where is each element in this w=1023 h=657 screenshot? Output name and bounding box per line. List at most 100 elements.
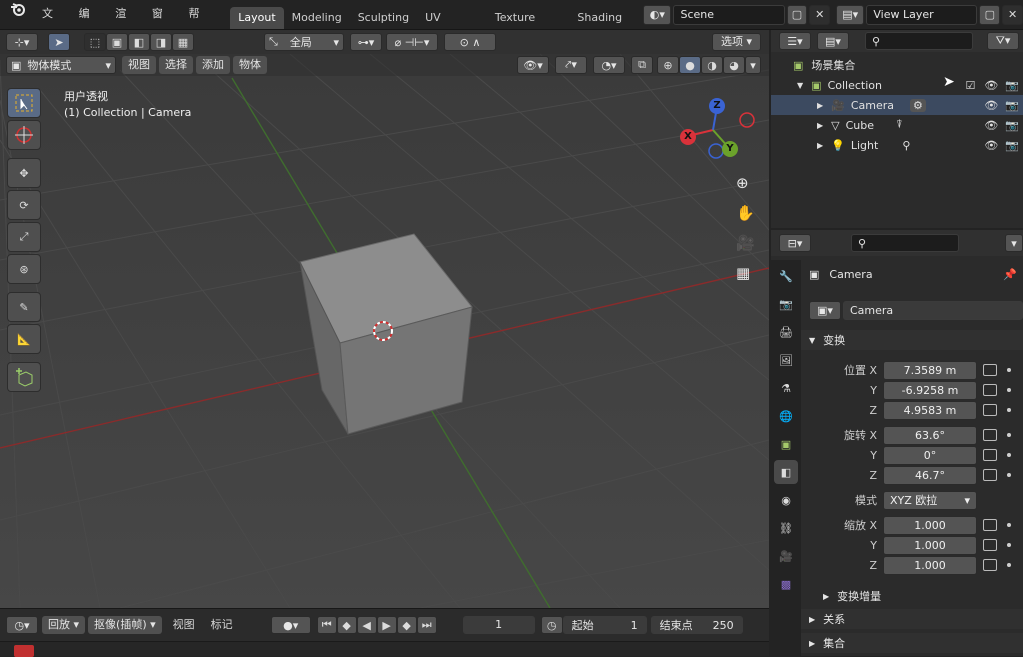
preview-range-icon[interactable]: ◷ bbox=[540, 616, 563, 634]
object-browse-icon[interactable]: ▣▾ bbox=[809, 300, 841, 320]
properties-search-input[interactable]: ⚲ bbox=[851, 234, 959, 252]
lock-icon[interactable] bbox=[983, 469, 997, 481]
gizmo-toggle[interactable]: ⤤▾ bbox=[555, 56, 587, 74]
menu-playback[interactable]: 回放 ▾ bbox=[42, 616, 86, 634]
keyframe-dot-icon[interactable] bbox=[1007, 543, 1011, 547]
expand-arrow-icon[interactable]: ▶ bbox=[817, 121, 823, 130]
delete-view-layer-icon[interactable]: ✕ bbox=[1002, 4, 1023, 25]
collections-panel-header[interactable]: ▶ 集合 bbox=[801, 633, 1023, 653]
prev-keyframe-icon[interactable]: ◆ bbox=[336, 616, 357, 634]
delete-scene-icon[interactable]: ✕ bbox=[809, 4, 831, 25]
location-y-field[interactable]: -6.9258 m bbox=[883, 380, 977, 400]
options-dropdown[interactable]: 选项 ▾ bbox=[711, 33, 761, 51]
exclude-checkbox[interactable]: ☑ bbox=[965, 79, 975, 92]
menu-window[interactable]: 窗口 bbox=[144, 0, 181, 48]
rendered-shading-icon[interactable]: ◕ bbox=[723, 56, 745, 74]
visibility-eye-icon[interactable]: 👁 bbox=[984, 139, 998, 152]
mode-dropdown[interactable]: ▣ 物体模式 ▾ bbox=[6, 56, 116, 74]
world-tab-icon[interactable]: 🌐 bbox=[774, 404, 798, 428]
copy-scene-icon[interactable]: ▢ bbox=[786, 4, 808, 25]
solid-shading-icon[interactable]: ● bbox=[679, 56, 701, 74]
outliner-editor-type-icon[interactable]: ☰▾ bbox=[779, 32, 811, 50]
view-layer-name-field[interactable]: View Layer bbox=[866, 4, 978, 25]
location-x-field[interactable]: 7.3589 m bbox=[883, 360, 977, 380]
lock-icon[interactable] bbox=[983, 404, 997, 416]
scale-x-field[interactable]: 1.000 bbox=[883, 515, 977, 535]
light-data-icon[interactable]: ⚲ bbox=[902, 139, 910, 152]
transform-tool-icon[interactable]: ⊛ bbox=[7, 254, 41, 284]
texture-tab-icon[interactable]: ▩ bbox=[774, 572, 798, 596]
lock-icon[interactable] bbox=[983, 539, 997, 551]
delta-transform-subpanel[interactable]: ▶ 变换增量 bbox=[801, 586, 1023, 606]
visibility-eye-icon[interactable]: 👁 bbox=[984, 79, 998, 92]
menu-edit[interactable]: 编辑 bbox=[71, 0, 108, 48]
pin-icon[interactable]: 📌 bbox=[1003, 268, 1017, 281]
xray-toggle-icon[interactable]: ⧉ bbox=[631, 56, 653, 74]
render-camera-icon[interactable]: 📷 bbox=[1005, 79, 1019, 92]
visibility-dropdown[interactable]: 👁▾ bbox=[517, 56, 549, 74]
rotation-mode-dropdown[interactable]: XYZ 欧拉 ▾ bbox=[883, 490, 977, 510]
select-tool-icon[interactable]: ➤ bbox=[48, 33, 70, 51]
menu-keying[interactable]: 抠像(插帧) ▾ bbox=[88, 616, 162, 634]
record-keyframe-dropdown[interactable]: ●▾ bbox=[270, 616, 311, 634]
object-name-field[interactable]: Camera bbox=[843, 300, 1023, 320]
shading-options-dropdown[interactable]: ▾ bbox=[745, 56, 761, 74]
play-icon[interactable]: ▶ bbox=[376, 616, 397, 634]
tab-layout[interactable]: Layout bbox=[230, 6, 284, 29]
menu-timeline-view[interactable]: 视图 bbox=[165, 616, 203, 634]
outliner-row-collection[interactable]: ▼ ▣ Collection ☑ 👁 📷 bbox=[771, 75, 1023, 95]
wireframe-shading-icon[interactable]: ⊕ bbox=[657, 56, 679, 74]
lock-icon[interactable] bbox=[983, 429, 997, 441]
mesh-data-icon[interactable]: ⍒ bbox=[896, 118, 903, 132]
snap-dropdown[interactable]: ⌀ ⊣⊢▾ bbox=[386, 33, 438, 51]
properties-editor-type-icon[interactable]: ⊟▾ bbox=[779, 234, 811, 252]
lock-icon[interactable] bbox=[983, 364, 997, 376]
menu-help[interactable]: 帮助 bbox=[181, 0, 218, 48]
gizmo-z-label[interactable]: Z bbox=[709, 98, 725, 114]
move-tool-icon[interactable]: ✥ bbox=[7, 158, 41, 188]
zoom-icon[interactable]: ⊕ bbox=[736, 174, 749, 192]
tool-tab-icon[interactable]: 🔧 bbox=[774, 264, 798, 288]
constraints-tab-icon[interactable]: ⛓ bbox=[774, 516, 798, 540]
relations-panel-header[interactable]: ▶ 关系 bbox=[801, 609, 1023, 629]
tab-sculpting[interactable]: Sculpting bbox=[350, 7, 417, 29]
render-tab-icon[interactable]: 📷 bbox=[774, 292, 798, 316]
view-layer-selector-icon[interactable]: ▤▾ bbox=[836, 4, 865, 25]
menu-marker[interactable]: 标记 bbox=[203, 616, 241, 634]
location-z-field[interactable]: 4.9583 m bbox=[883, 400, 977, 420]
playhead-marker[interactable] bbox=[14, 645, 34, 657]
pivot-point-dropdown[interactable]: ⊶▾ bbox=[350, 33, 382, 51]
expand-arrow-icon[interactable]: ▶ bbox=[817, 141, 823, 150]
lock-icon[interactable] bbox=[983, 559, 997, 571]
play-reverse-icon[interactable]: ◀ bbox=[356, 616, 377, 634]
select-subtract-icon[interactable]: ◧ bbox=[128, 33, 150, 51]
end-frame-field[interactable]: 结束点 250 bbox=[650, 616, 743, 634]
scale-y-field[interactable]: 1.000 bbox=[883, 535, 977, 555]
rotation-z-field[interactable]: 46.7° bbox=[883, 465, 977, 485]
copy-view-layer-icon[interactable]: ▢ bbox=[979, 4, 1001, 25]
select-extend-icon[interactable]: ▣ bbox=[106, 33, 128, 51]
tab-texture-paint[interactable]: Texture Paint bbox=[487, 7, 570, 46]
add-cube-tool-icon[interactable] bbox=[7, 362, 41, 392]
material-shading-icon[interactable]: ◑ bbox=[701, 56, 723, 74]
transform-orientation-dropdown[interactable]: ⤡ 全局 ▾ bbox=[264, 33, 344, 51]
overlays-toggle[interactable]: ◔▾ bbox=[593, 56, 625, 74]
next-keyframe-icon[interactable]: ◆ bbox=[396, 616, 417, 634]
select-new-icon[interactable]: ⬚ bbox=[84, 33, 106, 51]
cursor-tool-icon[interactable] bbox=[7, 120, 41, 150]
display-mode-dropdown[interactable]: ▤▾ bbox=[817, 32, 849, 50]
scene-selector-icon[interactable]: ◐▾ bbox=[643, 4, 672, 25]
keyframe-dot-icon[interactable] bbox=[1007, 523, 1011, 527]
object-data-tab-icon[interactable]: 🎥 bbox=[774, 544, 798, 568]
scene-name-field[interactable]: Scene bbox=[673, 4, 785, 25]
tab-uv-editing[interactable]: UV Editing bbox=[417, 7, 487, 46]
render-camera-icon[interactable]: 📷 bbox=[1005, 139, 1019, 152]
keyframe-dot-icon[interactable] bbox=[1007, 473, 1011, 477]
start-frame-field[interactable]: 起始 1 bbox=[562, 616, 647, 634]
expand-arrow-icon[interactable]: ▶ bbox=[817, 101, 823, 110]
outliner-row-light[interactable]: ▶ 💡 Light ⚲ 👁 📷 bbox=[771, 135, 1023, 155]
current-frame-field[interactable]: 1 bbox=[462, 616, 535, 634]
measure-tool-icon[interactable]: 📐 bbox=[7, 324, 41, 354]
render-camera-icon[interactable]: 📷 bbox=[1005, 99, 1019, 112]
annotate-tool-icon[interactable]: ✎ bbox=[7, 292, 41, 322]
